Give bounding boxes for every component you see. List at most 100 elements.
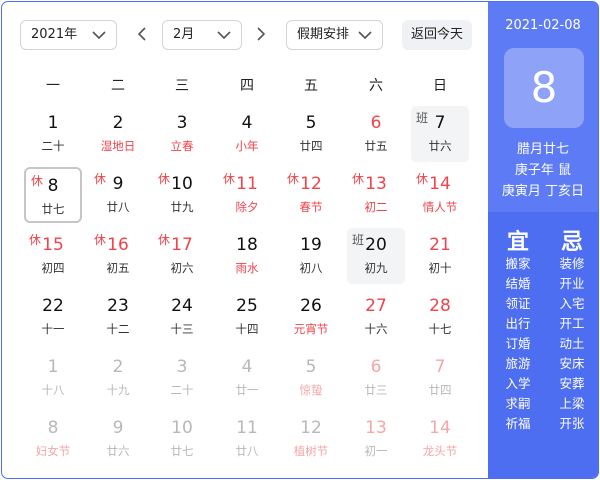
suitable-item: 订婚 — [505, 336, 531, 351]
calendar-day-cell[interactable]: 休 8 廿七 — [24, 167, 82, 223]
calendar-day-cell[interactable]: 28 十七 — [411, 289, 469, 345]
lunar-label: 惊蛰 — [299, 383, 323, 397]
day-number: 18 — [236, 235, 258, 255]
avoid-item: 入宅 — [559, 296, 585, 311]
day-detail-header: 2021-02-08 8 腊月廿七 庚子年 鼠 庚寅月 丁亥日 — [488, 2, 598, 212]
day-number: 13 — [365, 174, 387, 194]
lunar-label: 廿四 — [299, 139, 323, 153]
suitable-item: 结婚 — [505, 276, 531, 291]
calendar-day-cell[interactable]: 13 初一 — [347, 411, 405, 467]
calendar-day-cell[interactable]: 休 16 初五 — [89, 228, 147, 284]
lunar-label: 十三 — [170, 322, 194, 336]
calendar-day-cell[interactable]: 24 十三 — [153, 289, 211, 345]
day-number: 1 — [47, 357, 59, 377]
lunar-year: 庚子年 鼠 — [514, 163, 572, 178]
lunar-label: 廿四 — [428, 383, 452, 397]
day-number: 15 — [42, 235, 64, 255]
calendar-day-cell[interactable]: 6 廿五 — [347, 106, 405, 162]
calendar-day-cell[interactable]: 休 9 廿八 — [89, 167, 147, 223]
day-number: 21 — [429, 235, 451, 255]
day-number: 25 — [236, 296, 258, 316]
calendar-day-cell[interactable]: 12 植树节 — [282, 411, 340, 467]
lunar-label: 植树节 — [293, 444, 329, 458]
calendar-day-cell[interactable]: 23 十二 — [89, 289, 147, 345]
calendar-day-cell[interactable]: 26 元宵节 — [282, 289, 340, 345]
calendar-day-cell[interactable]: 11 廿八 — [218, 411, 276, 467]
calendar-day-cell[interactable]: 3 立春 — [153, 106, 211, 162]
calendar-day-cell[interactable]: 6 廿三 — [347, 350, 405, 406]
lunar-label: 除夕 — [235, 200, 259, 214]
calendar-day-cell[interactable]: 25 十四 — [218, 289, 276, 345]
day-number: 6 — [370, 357, 382, 377]
day-number: 4 — [241, 357, 253, 377]
calendar-day-cell[interactable]: 5 惊蛰 — [282, 350, 340, 406]
avoid-title: 忌 — [560, 230, 583, 255]
calendar-day-cell[interactable]: 2 湿地日 — [89, 106, 147, 162]
calendar-day-cell[interactable]: 4 廿一 — [218, 350, 276, 406]
calendar-day-cell[interactable]: 1 十八 — [24, 350, 82, 406]
calendar-day-cell[interactable]: 休 11 除夕 — [218, 167, 276, 223]
calendar-grid: 1 二十 2 湿地日 3 立春 4 小年 5 廿四 6 廿五班 7 廿六休 8 廿七休 9 廿八休 10 廿九休 11 除… — [2, 2, 487, 478]
lunar-label: 湿地日 — [100, 139, 136, 153]
calendar-day-cell[interactable]: 班 7 廿六 — [411, 106, 469, 162]
day-number: 3 — [176, 113, 188, 133]
calendar-day-cell[interactable]: 21 初十 — [411, 228, 469, 284]
suitable-item: 领证 — [505, 296, 531, 311]
selected-day-number: 8 — [504, 48, 584, 128]
calendar-day-cell[interactable]: 18 雨水 — [218, 228, 276, 284]
day-number: 8 — [47, 176, 59, 196]
day-number: 19 — [300, 235, 322, 255]
lunar-label: 廿三 — [364, 383, 388, 397]
day-number: 22 — [42, 296, 64, 316]
calendar-day-cell[interactable]: 休 14 情人节 — [411, 167, 469, 223]
calendar-day-cell[interactable]: 8 妇女节 — [24, 411, 82, 467]
selected-date: 2021-02-08 — [505, 18, 581, 33]
day-number: 27 — [365, 296, 387, 316]
calendar-day-cell[interactable]: 休 12 春节 — [282, 167, 340, 223]
calendar-day-cell[interactable]: 7 廿四 — [411, 350, 469, 406]
calendar-day-cell[interactable]: 19 初八 — [282, 228, 340, 284]
calendar-day-cell[interactable]: 休 13 初二 — [347, 167, 405, 223]
lunar-label: 十七 — [428, 322, 452, 336]
calendar-day-cell[interactable]: 14 龙头节 — [411, 411, 469, 467]
calendar-day-cell[interactable]: 3 二十 — [153, 350, 211, 406]
calendar-day-cell[interactable]: 5 廿四 — [282, 106, 340, 162]
suitable-item: 出行 — [505, 316, 531, 331]
day-number: 4 — [241, 113, 253, 133]
day-number: 17 — [171, 235, 193, 255]
suitable-item: 求嗣 — [505, 396, 531, 411]
day-number: 14 — [429, 418, 451, 438]
lunar-label: 雨水 — [235, 261, 259, 275]
lunar-label: 初四 — [41, 261, 65, 275]
calendar-day-cell[interactable]: 班 20 初九 — [347, 228, 405, 284]
suitable-item: 祈福 — [505, 416, 531, 431]
suitable-list: 宜 搬家 结婚 领证 出行 订婚 旅游 入学 求嗣 祈福 — [496, 224, 540, 434]
calendar-day-cell[interactable]: 4 小年 — [218, 106, 276, 162]
calendar-day-cell[interactable]: 9 廿六 — [89, 411, 147, 467]
day-number: 5 — [305, 113, 317, 133]
suitable-item: 入学 — [505, 376, 531, 391]
lunar-month-day: 庚寅月 丁亥日 — [501, 184, 585, 199]
lunar-label: 廿八 — [235, 444, 259, 458]
lunar-label: 廿六 — [428, 139, 452, 153]
day-number: 20 — [365, 235, 387, 255]
suitable-title: 宜 — [506, 230, 529, 255]
calendar-day-cell[interactable]: 27 十六 — [347, 289, 405, 345]
calendar-day-cell[interactable]: 22 十一 — [24, 289, 82, 345]
lunar-label: 廿六 — [106, 444, 130, 458]
lunar-label: 廿八 — [106, 200, 130, 214]
calendar-day-cell[interactable]: 休 15 初四 — [24, 228, 82, 284]
day-number: 5 — [305, 357, 317, 377]
calendar-day-cell[interactable]: 2 十九 — [89, 350, 147, 406]
calendar-day-cell[interactable]: 休 17 初六 — [153, 228, 211, 284]
calendar-main: 2021年 2月 假期安排 返回今天 一 二 三 四 五 六 日 1 二十 2 湿地 — [2, 2, 487, 478]
calendar-day-cell[interactable]: 1 二十 — [24, 106, 82, 162]
lunar-label: 十八 — [41, 383, 65, 397]
lunar-label: 初九 — [364, 261, 388, 275]
lunar-label: 十六 — [364, 322, 388, 336]
calendar-day-cell[interactable]: 休 10 廿九 — [153, 167, 211, 223]
avoid-item: 开张 — [559, 416, 585, 431]
avoid-item: 开业 — [559, 276, 585, 291]
calendar-day-cell[interactable]: 10 廿七 — [153, 411, 211, 467]
day-number: 12 — [300, 174, 322, 194]
